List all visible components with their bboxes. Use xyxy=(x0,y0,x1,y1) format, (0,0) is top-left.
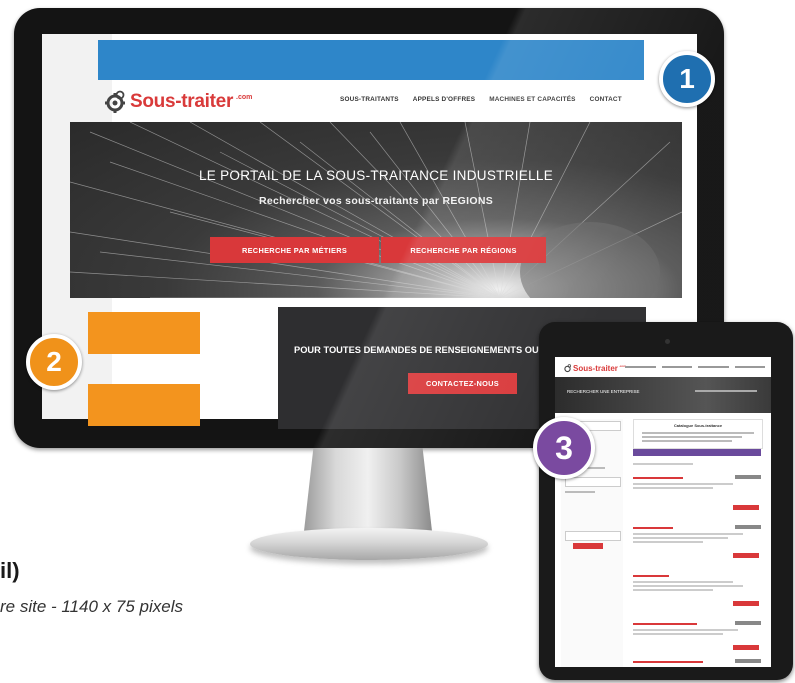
tablet-results: Catalogue Sous-traitance xyxy=(629,419,767,667)
search-by-trade-button[interactable]: RECHERCHE PAR MÉTIERS xyxy=(210,237,379,263)
tablet-catalogue-box: Catalogue Sous-traitance xyxy=(633,419,763,449)
tablet-result-text xyxy=(633,589,713,591)
nav-item-machines[interactable]: MACHINES ET CAPACITÉS xyxy=(489,96,575,103)
tablet-result-text xyxy=(633,533,743,535)
tablet-result-tag xyxy=(735,525,761,529)
tablet-search-button[interactable] xyxy=(573,543,603,549)
tablet-sort-text xyxy=(633,463,693,465)
hero-title: LE PORTAIL DE LA SOUS-TRAITANCE INDUSTRI… xyxy=(198,168,554,183)
tablet-keyword-field[interactable] xyxy=(565,531,621,541)
tablet-nav-item[interactable] xyxy=(661,366,692,368)
tablet-catalogue-text xyxy=(642,440,732,442)
tablet-result-text xyxy=(633,483,733,485)
tablet-nav-item[interactable] xyxy=(734,366,765,368)
nav-item-contact[interactable]: CONTACT xyxy=(590,96,622,103)
tablet-sidebar-text xyxy=(565,491,595,493)
tablet-result-button[interactable] xyxy=(733,553,759,558)
sparks-image xyxy=(70,122,682,298)
tablet-logo[interactable]: Sous-traiter .com xyxy=(563,362,626,374)
gear-icon xyxy=(564,363,572,372)
tablet-nav-item[interactable] xyxy=(625,366,656,368)
tablet-result-text xyxy=(633,581,733,583)
tablet-result-button[interactable] xyxy=(733,505,759,510)
contact-us-button[interactable]: CONTACTEZ-NOUS xyxy=(408,373,517,394)
tablet-result-tag xyxy=(735,475,761,479)
tablet-filter-field[interactable] xyxy=(565,477,621,487)
hero-section: LE PORTAIL DE LA SOUS-TRAITANCE INDUSTRI… xyxy=(70,122,682,298)
logo-name: Sous-traiter xyxy=(130,91,234,112)
tablet-logo-name: Sous-traiter xyxy=(573,363,618,373)
tablet-result-tag xyxy=(735,659,761,663)
tablet-catalogue-text xyxy=(642,432,754,434)
camera-icon xyxy=(665,339,670,344)
tablet-catalogue-text xyxy=(642,436,742,438)
tablet-category-bar[interactable] xyxy=(633,449,761,456)
side-ad-slot-2[interactable] xyxy=(88,384,200,426)
tablet-result-title[interactable] xyxy=(633,661,703,663)
tablet-result-text xyxy=(633,633,723,635)
hero-subtitle: Rechercher vos sous-traitants par REGION… xyxy=(258,195,494,207)
gear-icon xyxy=(105,90,125,113)
monitor-stand-neck xyxy=(303,448,433,540)
tablet-result-title[interactable] xyxy=(633,623,697,625)
tablet-catalogue-title: Catalogue Sous-traitance xyxy=(673,423,723,428)
main-nav: SOUS-TRAITANTS APPELS D'OFFRES MACHINES … xyxy=(340,96,622,103)
tablet-result-text xyxy=(633,541,703,543)
tablet-screen: Sous-traiter .com RECHERCHER UNE ENTREPR… xyxy=(555,357,771,667)
tablet-hero-text xyxy=(695,390,757,392)
tablet-hero-title: RECHERCHER UNE ENTREPRISE xyxy=(567,389,640,394)
tablet-result-button[interactable] xyxy=(733,601,759,606)
tablet-result-title[interactable] xyxy=(633,575,669,577)
tablet-result-text xyxy=(633,487,713,489)
callout-badge-1: 1 xyxy=(659,51,715,107)
tablet-result-title[interactable] xyxy=(633,477,683,479)
top-banner-ad-slot[interactable] xyxy=(98,40,644,80)
nav-item-appels-offres[interactable]: APPELS D'OFFRES xyxy=(413,96,475,103)
side-ad-slot-1[interactable] xyxy=(88,312,200,354)
callout-badge-3: 3 xyxy=(533,417,595,479)
callout-badge-2: 2 xyxy=(26,334,82,390)
tablet-hero xyxy=(555,377,771,413)
tablet-result-button[interactable] xyxy=(733,645,759,650)
site-logo[interactable]: Sous-traiter .com xyxy=(103,86,252,118)
tablet-result-text xyxy=(633,629,738,631)
caption-title: il) xyxy=(0,558,20,583)
logo-tld: .com xyxy=(236,93,253,101)
monitor-stand-base xyxy=(250,528,488,560)
tablet-result-title[interactable] xyxy=(633,527,673,529)
tablet-nav xyxy=(625,366,765,369)
tablet-result-text xyxy=(633,537,728,539)
caption-subtitle: re site - 1140 x 75 pixels xyxy=(0,597,183,616)
tablet-result-text xyxy=(633,585,743,587)
tablet-result-tag xyxy=(735,621,761,625)
search-by-region-button[interactable]: RECHERCHE PAR RÉGIONS xyxy=(381,237,546,263)
tablet-nav-item[interactable] xyxy=(698,366,729,368)
nav-item-sous-traitants[interactable]: SOUS-TRAITANTS xyxy=(340,96,399,103)
